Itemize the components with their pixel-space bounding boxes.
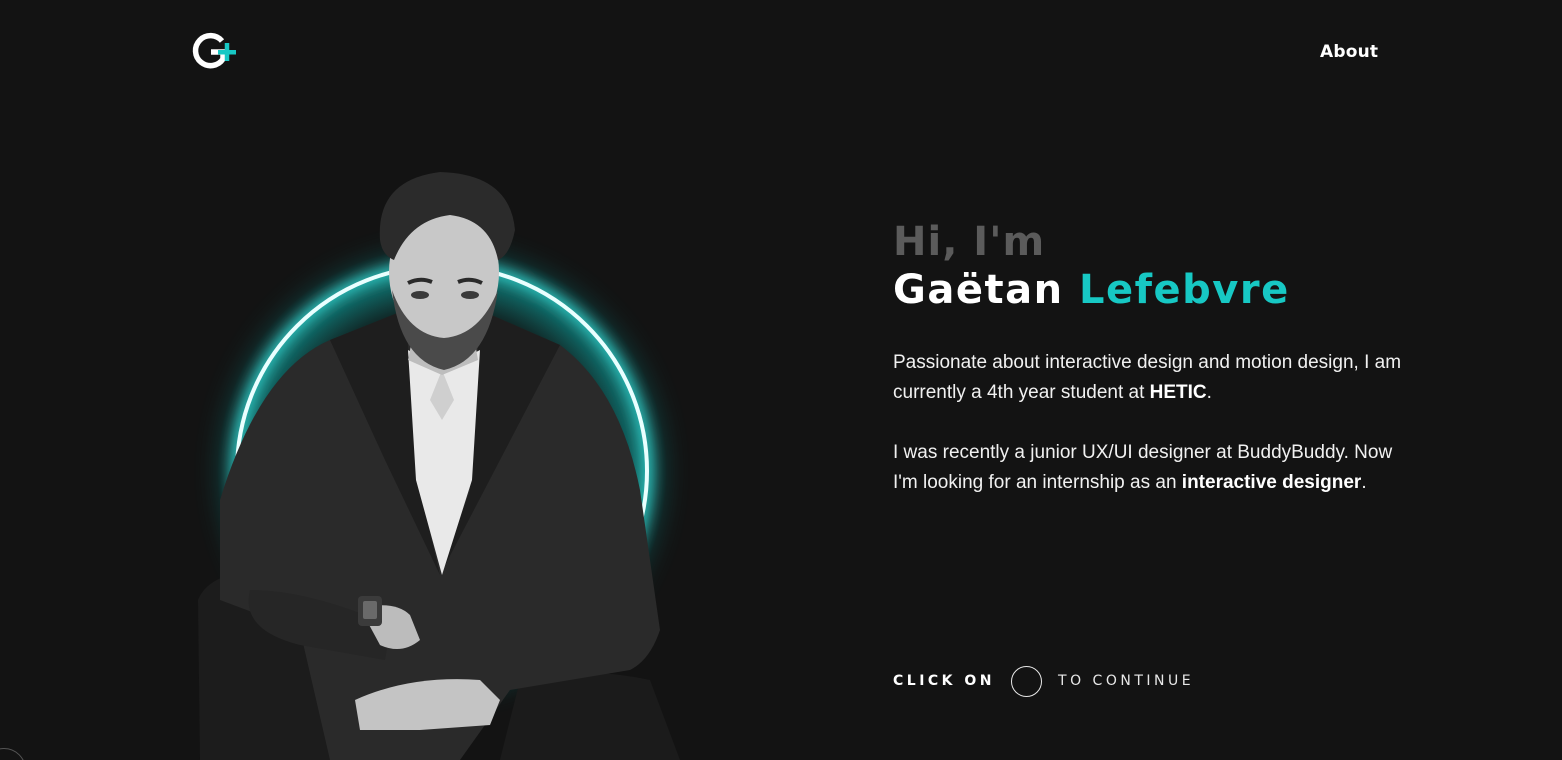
landing-page: About Hi, I'm Gaëtan Lefebvre Passionate… xyxy=(0,0,1562,760)
logo-icon[interactable] xyxy=(192,32,238,72)
bio-emphasis: HETIC xyxy=(1149,382,1207,403)
bio: Passionate about interactive design and … xyxy=(893,348,1413,498)
first-name: Gaëtan xyxy=(893,267,1064,313)
continue-cta: CLICK ON TO CONTINUE xyxy=(893,664,1194,698)
cta-click-on-label: CLICK ON xyxy=(893,673,996,689)
bio-paragraph-1: Passionate about interactive design and … xyxy=(893,348,1413,408)
bio-paragraph-2: I was recently a junior UX/UI designer a… xyxy=(893,438,1413,498)
bio-emphasis: interactive designer xyxy=(1181,472,1362,493)
continue-button[interactable] xyxy=(1011,665,1043,697)
cta-continue-label: TO CONTINUE xyxy=(1058,673,1195,689)
bio-punctuation: . xyxy=(1361,472,1367,493)
name-heading: Gaëtan Lefebvre xyxy=(893,266,1413,314)
bio-punctuation: . xyxy=(1206,382,1212,403)
portrait-image xyxy=(198,172,680,760)
greeting-text: Hi, I'm xyxy=(893,219,1046,265)
intro-section: Hi, I'm Gaëtan Lefebvre Passionate about… xyxy=(893,218,1413,528)
last-name: Lefebvre xyxy=(1078,267,1290,313)
bio-text: Passionate about interactive design and … xyxy=(893,352,1402,403)
nav-about-link[interactable]: About xyxy=(1320,42,1378,62)
corner-circle-icon[interactable] xyxy=(0,748,26,760)
